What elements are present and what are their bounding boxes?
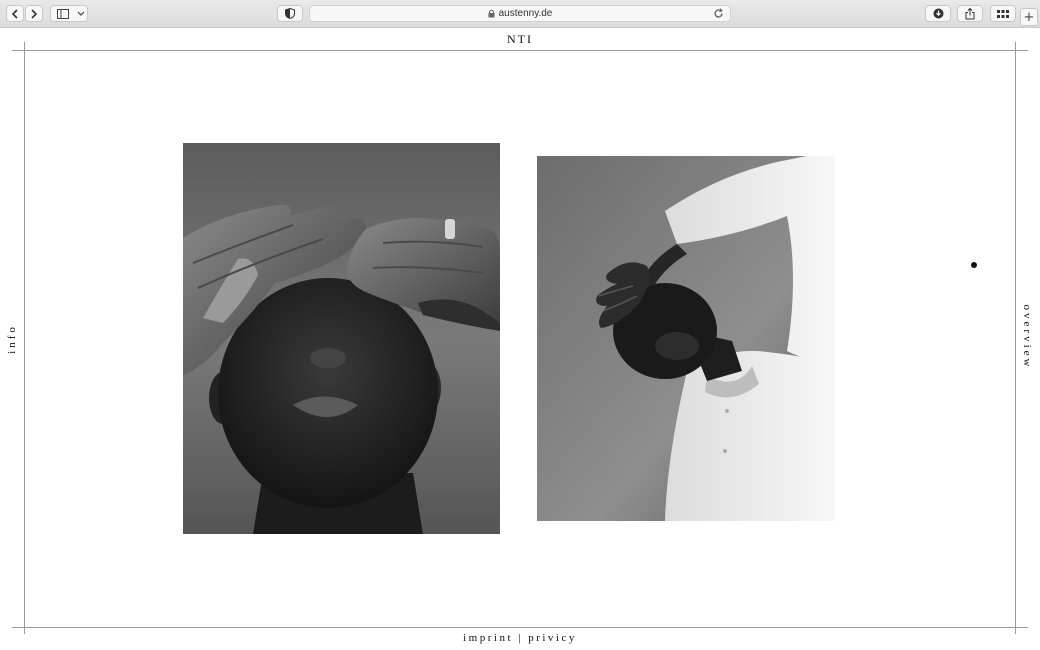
new-tab-button[interactable]: + bbox=[1020, 8, 1038, 26]
frame-line-left bbox=[24, 42, 25, 634]
reload-icon[interactable] bbox=[713, 8, 724, 19]
forward-button[interactable] bbox=[25, 5, 43, 22]
frame-line-right bbox=[1015, 42, 1016, 634]
share-button[interactable] bbox=[957, 5, 983, 22]
downloads-button[interactable] bbox=[925, 5, 951, 22]
url-text: austenny.de bbox=[498, 8, 553, 19]
tab-overview-icon bbox=[997, 9, 1009, 18]
site-title[interactable]: NTI bbox=[0, 32, 1040, 47]
plus-icon: + bbox=[1023, 9, 1035, 25]
footer: imprint | privicy bbox=[0, 632, 1040, 644]
frame-line-top bbox=[12, 50, 1028, 51]
chevron-down-icon bbox=[77, 11, 85, 16]
lock-icon bbox=[488, 9, 495, 18]
chevron-right-icon bbox=[31, 8, 38, 19]
download-icon bbox=[933, 8, 943, 19]
privacy-link[interactable]: privicy bbox=[528, 632, 577, 644]
sidebar-icon bbox=[57, 8, 69, 19]
browser-toolbar: austenny.de + bbox=[0, 0, 1040, 28]
share-icon bbox=[965, 7, 975, 19]
overview-link[interactable]: overview bbox=[1021, 305, 1033, 370]
footer-separator: | bbox=[518, 632, 523, 644]
sidebar-button[interactable] bbox=[50, 5, 88, 22]
privacy-report-button[interactable] bbox=[277, 5, 303, 22]
portrait-white-shirt-arm-raised[interactable] bbox=[537, 156, 835, 521]
chevron-left-icon bbox=[11, 8, 18, 19]
info-link[interactable]: info bbox=[6, 324, 18, 354]
back-button[interactable] bbox=[6, 5, 24, 22]
tab-overview-button[interactable] bbox=[990, 5, 1016, 22]
indicator-dot bbox=[971, 262, 977, 268]
frame-line-bottom bbox=[12, 627, 1028, 628]
imprint-link[interactable]: imprint bbox=[463, 632, 513, 644]
portrait-hands-over-eyes[interactable] bbox=[183, 143, 500, 534]
address-bar[interactable]: austenny.de bbox=[309, 5, 731, 22]
shield-icon bbox=[285, 8, 295, 19]
